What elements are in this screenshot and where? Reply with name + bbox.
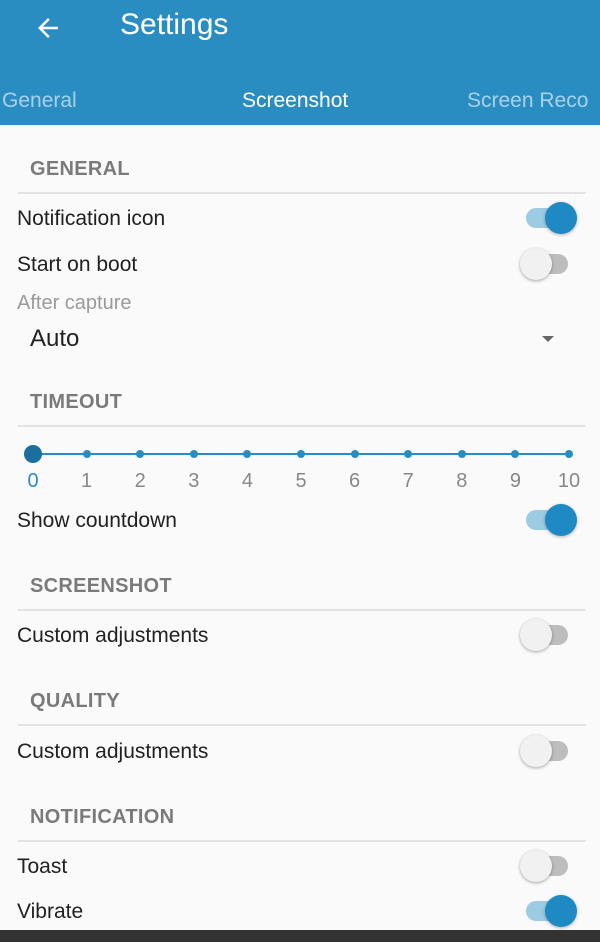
slider-tick [511,450,520,458]
slider-tick [565,450,573,458]
after-capture-label: After capture [17,292,132,314]
section-header-general: GENERAL [30,158,130,180]
slider-tick [350,450,359,458]
divider [18,425,586,427]
tab-general[interactable]: General [2,89,77,113]
app-bar: Settings [0,0,600,72]
slider-tick [136,450,145,458]
slider-thumb[interactable] [24,445,42,463]
notification-icon-switch[interactable] [520,200,580,236]
show-countdown-label: Show countdown [17,509,177,532]
start-on-boot-switch[interactable] [520,246,580,282]
slider-label: 7 [402,470,414,492]
screenshot-custom-adjustments-label: Custom adjustments [17,624,209,647]
slider-tick [457,450,466,458]
show-countdown-switch[interactable] [520,502,580,538]
switch-thumb [545,504,577,536]
slider-label: 3 [188,470,200,492]
slider-tick [82,450,91,458]
slider-label: 2 [134,470,146,492]
after-capture-value: Auto [30,325,80,352]
divider [18,192,586,194]
slider-label: 4 [241,470,253,492]
timeout-slider[interactable]: 0 1 2 3 4 5 6 7 8 9 10 [18,440,588,494]
switch-thumb [520,248,552,280]
slider-label: 8 [456,470,468,492]
back-button[interactable] [26,6,70,50]
screenshot-custom-adjustments-switch[interactable] [520,617,580,653]
vibrate-switch[interactable] [520,893,580,929]
slider-label: 1 [81,470,93,492]
slider-label: 5 [295,470,307,492]
slider-tick [189,450,198,458]
tab-screenshot[interactable]: Screenshot [242,89,348,113]
switch-thumb [520,619,552,651]
divider [18,724,586,726]
toast-switch[interactable] [520,848,580,884]
section-header-notification: NOTIFICATION [30,806,175,828]
slider-label: 6 [349,470,361,492]
quality-custom-adjustments-label: Custom adjustments [17,740,209,763]
back-arrow-icon [38,18,58,38]
section-header-screenshot: SCREENSHOT [30,575,172,597]
start-on-boot-label: Start on boot [17,253,138,276]
slider-label: 0 [27,470,39,492]
switch-thumb [545,202,577,234]
slider-tick [243,450,252,458]
tab-indicator [0,122,600,125]
slider-label: 10 [557,470,581,492]
vibrate-label: Vibrate [17,900,84,923]
notification-icon-label: Notification icon [17,207,166,230]
quality-custom-adjustments-switch[interactable] [520,733,580,769]
slider-label: 9 [509,470,521,492]
section-header-quality: QUALITY [30,690,120,712]
bottom-edge-bar [0,930,600,942]
divider [18,840,586,842]
page-title: Settings [120,8,229,41]
divider [18,609,586,611]
switch-thumb [545,895,577,927]
slider-tick [297,450,305,458]
section-header-timeout: TIMEOUT [30,391,123,413]
after-capture-dropdown[interactable]: Auto [18,320,578,360]
tab-bar: General Screenshot Screen Reco [0,72,600,125]
toast-label: Toast [17,855,68,878]
switch-thumb [520,850,552,882]
tab-screen-record[interactable]: Screen Reco [467,89,588,113]
slider-tick [404,450,413,458]
switch-thumb [520,735,552,767]
dropdown-arrow-icon [542,336,554,342]
